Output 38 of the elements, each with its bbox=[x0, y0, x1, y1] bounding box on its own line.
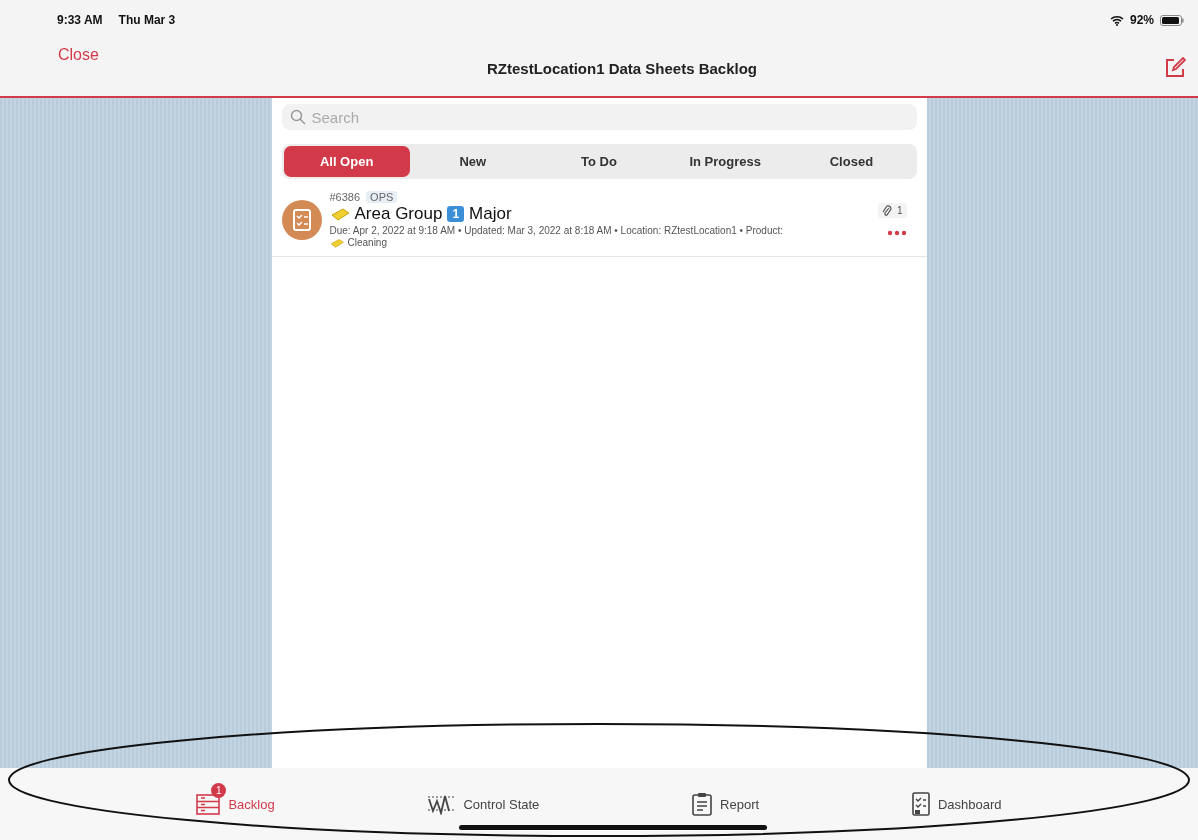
filter-tab[interactable]: All Open bbox=[283, 146, 410, 177]
list-icon bbox=[196, 792, 221, 816]
close-button[interactable]: Close bbox=[58, 46, 99, 64]
tab-badge: 1 bbox=[211, 783, 227, 798]
tab-bar-item[interactable]: 1 Backlog bbox=[186, 780, 285, 820]
compose-icon[interactable] bbox=[1164, 57, 1186, 79]
item-details: Due: Apr 2, 2022 at 9:18 AM • Updated: Mar 3, 2022 at 8:18 AM • Location: RZtestLocation1 • Product: bbox=[329, 225, 784, 236]
tab-bar-item[interactable]: Report bbox=[682, 780, 770, 820]
status-date: Thu Mar 3 bbox=[118, 13, 176, 27]
item-priority: Major bbox=[469, 204, 512, 224]
item-number: #6386 bbox=[329, 191, 361, 203]
search-field[interactable]: Search bbox=[281, 104, 917, 130]
status-time: 9:33 AM bbox=[57, 13, 103, 27]
item-tag: OPS bbox=[366, 191, 398, 203]
battery-icon bbox=[1160, 14, 1184, 26]
more-icon[interactable] bbox=[886, 230, 907, 236]
tab-bar-item[interactable]: Dashboard bbox=[901, 780, 1012, 820]
item-product: Cleaning bbox=[347, 237, 387, 248]
battery-percent: 92% bbox=[1129, 13, 1154, 27]
backlog-item[interactable]: #6386 OPS Area Group 1 Major Due: Apr 2, 2022 at 9:18 AM • Updated: Mar 3, 2022 at 8:18 AM • Location: RZtestLocation1 • Product: Cleaning 1 bbox=[271, 187, 927, 257]
search-icon bbox=[289, 109, 306, 125]
priority-keycap: 1 bbox=[447, 206, 465, 222]
filter-tab[interactable]: Closed bbox=[788, 146, 915, 177]
page-title: RZtestLocation1 Data Sheets Backlog bbox=[486, 59, 758, 77]
checklist-icon bbox=[911, 792, 930, 816]
clipboard-icon bbox=[692, 792, 713, 816]
item-group: Area Group bbox=[354, 204, 443, 224]
attachment-count: 1 bbox=[896, 205, 903, 216]
tab-bar-item[interactable]: Control State bbox=[417, 781, 550, 819]
sponge-icon bbox=[329, 237, 344, 248]
filter-tab[interactable]: New bbox=[409, 146, 536, 177]
wifi-icon bbox=[1109, 14, 1124, 26]
sponge-icon bbox=[329, 207, 350, 221]
paperclip-icon bbox=[881, 204, 892, 217]
filter-tab[interactable]: To Do bbox=[535, 146, 663, 177]
checklist-avatar-icon bbox=[281, 199, 322, 240]
chart-icon bbox=[427, 793, 456, 815]
filter-tab[interactable]: In Progress bbox=[662, 146, 789, 177]
